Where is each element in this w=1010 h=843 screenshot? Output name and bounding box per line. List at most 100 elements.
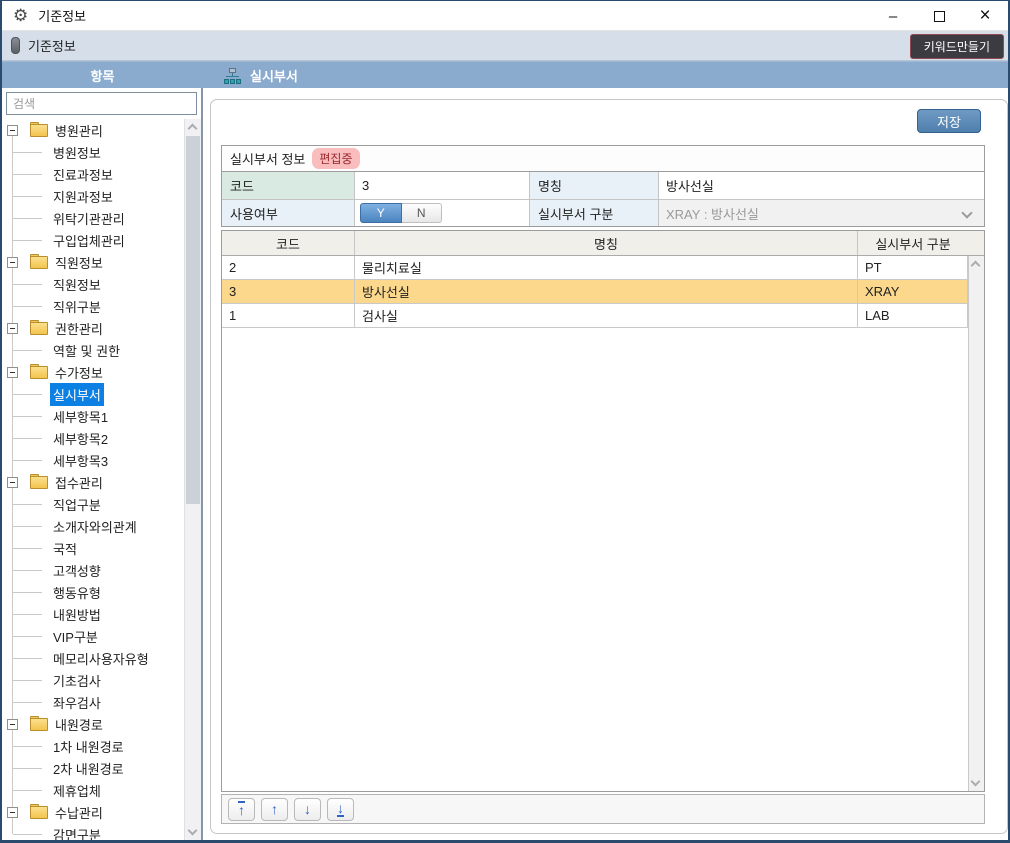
minimize-button[interactable]: – (870, 1, 916, 31)
scroll-down-icon[interactable] (188, 826, 198, 836)
collapse-icon (7, 807, 18, 818)
tree-item[interactable]: 좌우검사 (2, 691, 184, 713)
maximize-icon (934, 11, 945, 22)
close-button[interactable]: × (962, 1, 1008, 31)
code-label: 코드 (222, 172, 355, 199)
use-yn-toggle[interactable]: Y N (360, 203, 442, 223)
type-label: 실시부서 구분 (530, 200, 659, 226)
tree-branch-line (13, 394, 42, 395)
table-scrollbar[interactable] (968, 256, 984, 791)
tree-item[interactable]: 구입업체관리 (2, 229, 184, 251)
type-dropdown-value: XRAY : 방사선실 (666, 204, 759, 223)
tree-folder-row[interactable]: 수가정보 (2, 361, 184, 383)
tree-item[interactable]: 직업구분 (2, 493, 184, 515)
table-scroll-down-icon[interactable] (971, 777, 981, 787)
folder-icon (30, 322, 46, 334)
module-icon (11, 37, 20, 54)
move-down-button[interactable]: ↓ (294, 798, 321, 821)
tree-item-label: 세부항목1 (50, 405, 111, 428)
tree-item[interactable]: 세부항목3 (2, 449, 184, 471)
toggle-no[interactable]: N (402, 203, 443, 223)
tree-item[interactable]: 지원과정보 (2, 185, 184, 207)
tree-item[interactable]: 위탁기관관리 (2, 207, 184, 229)
sidebar-scrollbar[interactable] (184, 119, 201, 840)
tree-folder-row[interactable]: 권한관리 (2, 317, 184, 339)
maximize-button[interactable] (916, 1, 962, 31)
gear-icon: ⚙ (13, 7, 28, 24)
tree-item-label: 감면구분 (50, 823, 104, 841)
save-button[interactable]: 저장 (917, 109, 981, 133)
tree-folder-row[interactable]: 내원경로 (2, 713, 184, 735)
tree-item-label: 위탁기관관리 (50, 207, 128, 230)
cell-code: 2 (222, 256, 355, 279)
col-type[interactable]: 실시부서 구분 (858, 231, 968, 255)
move-first-icon: ↑ (238, 801, 245, 817)
section-header-bar: 항목 실시부서 (2, 61, 1008, 88)
tree-item[interactable]: VIP구분 (2, 625, 184, 647)
tree-branch-line (13, 460, 42, 461)
table-row[interactable]: 1검사실LAB (222, 304, 984, 328)
tree-item[interactable]: 직위구분 (2, 295, 184, 317)
tree-folder-row[interactable]: 병원관리 (2, 119, 184, 141)
tree-item[interactable]: 기초검사 (2, 669, 184, 691)
tree-children: 직업구분소개자와의관계국적고객성향행동유형내원방법VIP구분메모리사용자유형기초… (2, 493, 184, 713)
tree-item[interactable]: 내원방법 (2, 603, 184, 625)
tree-item[interactable]: 2차 내원경로 (2, 757, 184, 779)
type-dropdown[interactable]: XRAY : 방사선실 (659, 200, 984, 226)
tree-item-label: 세부항목2 (50, 427, 111, 450)
tree-folder-row[interactable]: 수납관리 (2, 801, 184, 823)
tree-item[interactable]: 감면구분 (2, 823, 184, 840)
move-up-icon: ↑ (271, 802, 278, 816)
tree-item[interactable]: 세부항목1 (2, 405, 184, 427)
tree-item[interactable]: 직원정보 (2, 273, 184, 295)
tree-item[interactable]: 1차 내원경로 (2, 735, 184, 757)
tree-item-label: 1차 내원경로 (50, 735, 127, 758)
tree-branch-line (13, 350, 42, 351)
collapse-icon (7, 719, 18, 730)
tree-item[interactable]: 병원정보 (2, 141, 184, 163)
col-code[interactable]: 코드 (222, 231, 355, 255)
tree-item[interactable]: 소개자와의관계 (2, 515, 184, 537)
tree-folder-label: 권한관리 (52, 317, 106, 340)
tree-item[interactable]: 행동유형 (2, 581, 184, 603)
table-row[interactable]: 2물리치료실PT (222, 256, 984, 280)
tree-branch-line (13, 284, 42, 285)
col-name[interactable]: 명칭 (355, 231, 858, 255)
scrollbar-thumb[interactable] (186, 136, 200, 504)
tree-item-label: 메모리사용자유형 (50, 647, 152, 670)
table-row[interactable]: 3방사선실XRAY (222, 280, 984, 304)
sidebar-tree: 병원관리병원정보진료과정보지원과정보위탁기관관리구입업체관리직원정보직원정보직위… (2, 119, 184, 840)
tree-item[interactable]: 역할 및 권한 (2, 339, 184, 361)
tree-branch-line (13, 680, 42, 681)
breadcrumb-title: 기준정보 (28, 36, 76, 55)
code-field[interactable]: 3 (355, 172, 530, 199)
tree-item-label: 실시부서 (50, 383, 104, 406)
scroll-up-icon[interactable] (188, 124, 198, 134)
tree-folder-row[interactable]: 직원정보 (2, 251, 184, 273)
tree-item[interactable]: 메모리사용자유형 (2, 647, 184, 669)
move-up-button[interactable]: ↑ (261, 798, 288, 821)
move-first-button[interactable]: ↑ (228, 798, 255, 821)
tree-item[interactable]: 제휴업체 (2, 779, 184, 801)
tree-item[interactable]: 고객성향 (2, 559, 184, 581)
make-keyword-button[interactable]: 키워드만들기 (910, 34, 1004, 59)
search-input[interactable] (6, 92, 197, 115)
tree-folder-label: 접수관리 (52, 471, 106, 494)
tree-item[interactable]: 실시부서 (2, 383, 184, 405)
move-last-button[interactable]: ↓ (327, 798, 354, 821)
folder-icon (30, 718, 46, 730)
tree-children: 실시부서세부항목1세부항목2세부항목3 (2, 383, 184, 471)
tree-item[interactable]: 세부항목2 (2, 427, 184, 449)
tree-item-label: 기초검사 (50, 669, 104, 692)
name-field[interactable]: 방사선실 (659, 172, 984, 199)
move-last-icon: ↓ (337, 801, 344, 817)
tree-item[interactable]: 국적 (2, 537, 184, 559)
tree-item[interactable]: 진료과정보 (2, 163, 184, 185)
cell-name: 검사실 (355, 304, 858, 327)
tree-item-label: 지원과정보 (50, 185, 116, 208)
toggle-yes[interactable]: Y (360, 203, 402, 223)
table-body: 2물리치료실PT3방사선실XRAY1검사실LAB (222, 256, 984, 328)
tree-folder-row[interactable]: 접수관리 (2, 471, 184, 493)
collapse-icon (7, 367, 18, 378)
table-scroll-up-icon[interactable] (971, 261, 981, 271)
